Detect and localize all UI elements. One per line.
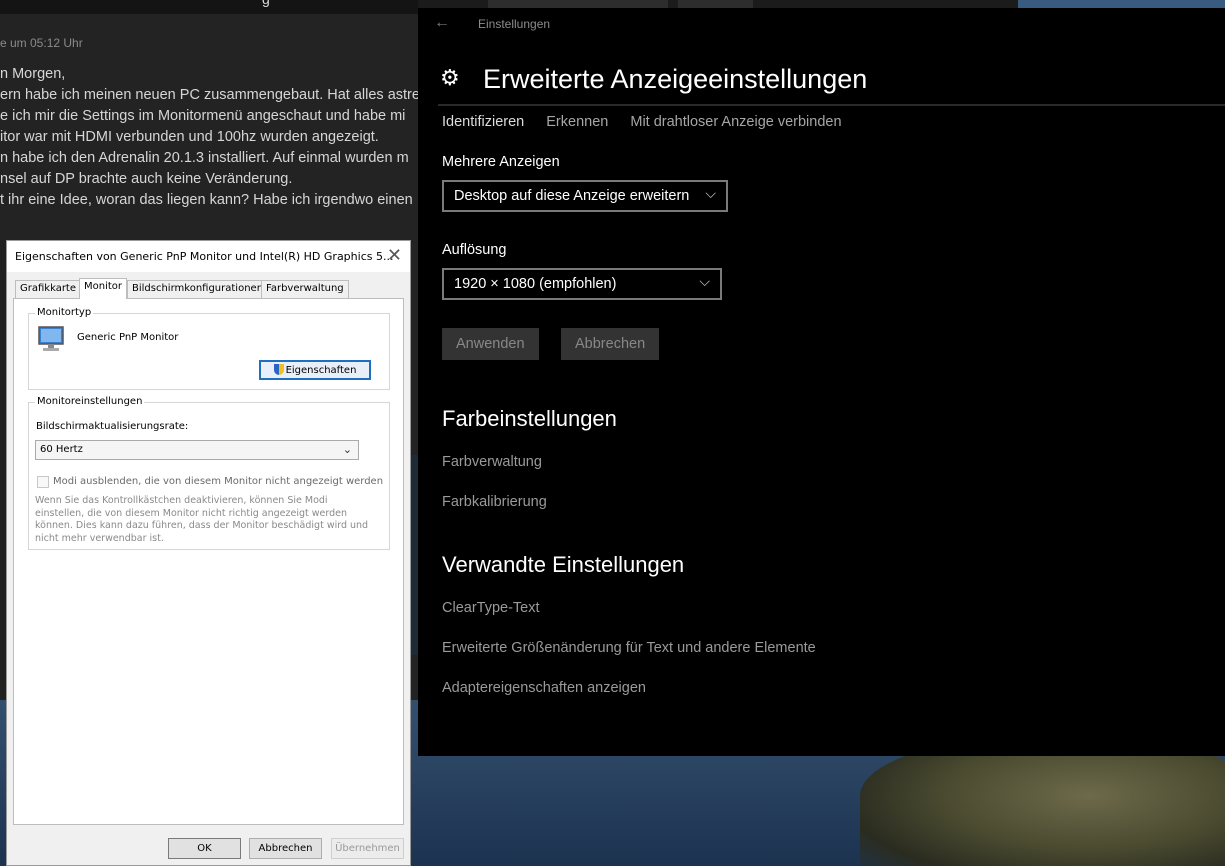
dialog-title: Eigenschaften von Generic PnP Monitor un… bbox=[15, 250, 394, 263]
partial-window bbox=[678, 0, 753, 8]
monitor-tab-panel: Monitortyp Generic PnP Monitor Eigenscha… bbox=[13, 298, 404, 825]
multiple-displays-dropdown[interactable]: Desktop auf diese Anzeige erweitern ⌵ bbox=[442, 180, 728, 212]
tab-grafikkarte[interactable]: Grafikkarte bbox=[15, 280, 82, 298]
advanced-sizing-link[interactable]: Erweiterte Größenänderung für Text und a… bbox=[442, 640, 816, 656]
forum-tab-title: g bbox=[262, 0, 270, 7]
post-line: t ihr eine Idee, woran das liegen kann? … bbox=[0, 192, 413, 208]
monitor-properties-dialog: Eigenschaften von Generic PnP Monitor un… bbox=[6, 240, 411, 866]
post-line: nsel auf DP brachte auch keine Veränderu… bbox=[0, 171, 293, 187]
cleartype-link[interactable]: ClearType-Text bbox=[442, 600, 540, 616]
forum-side-panel bbox=[410, 455, 418, 655]
post-line: itor war mit HDMI verbunden und 100hz wu… bbox=[0, 129, 379, 145]
post-body: n Morgen, ern habe ich meinen neuen PC z… bbox=[0, 64, 418, 211]
tab-farbverwaltung[interactable]: Farbverwaltung bbox=[261, 280, 349, 298]
refresh-rate-select[interactable]: 60 Hertz ⌄ bbox=[35, 440, 359, 460]
title-divider bbox=[438, 104, 1225, 106]
chevron-down-icon: ⌄ bbox=[342, 443, 352, 456]
post-line: n Morgen, bbox=[0, 66, 66, 82]
wireless-display-link[interactable]: Mit drahtloser Anzeige verbinden bbox=[630, 114, 841, 130]
top-window-edges bbox=[418, 0, 1225, 8]
resolution-dropdown[interactable]: 1920 × 1080 (empfohlen) ⌵ bbox=[442, 268, 722, 300]
hide-modes-label: Modi ausblenden, die von diesem Monitor … bbox=[53, 476, 384, 487]
monitor-settings-group: Monitoreinstellungen Bildschirmaktualisi… bbox=[28, 396, 390, 550]
chevron-down-icon: ⌵ bbox=[699, 273, 710, 289]
refresh-rate-label: Bildschirmaktualisierungsrate: bbox=[36, 421, 189, 432]
related-settings-heading: Verwandte Einstellungen bbox=[442, 552, 685, 577]
cancel-button[interactable]: Abbrechen bbox=[561, 328, 660, 360]
identify-link[interactable]: Identifizieren bbox=[442, 114, 524, 130]
wallpaper-rock bbox=[860, 740, 1225, 866]
post-timestamp: e um 05:12 Uhr bbox=[0, 36, 83, 50]
post-line: ern habe ich meinen neuen PC zusammengeb… bbox=[0, 87, 418, 103]
dialog-titlebar[interactable]: Eigenschaften von Generic PnP Monitor un… bbox=[7, 241, 410, 272]
hide-modes-checkbox[interactable] bbox=[37, 476, 49, 488]
monitor-type-group: Monitortyp Generic PnP Monitor Eigenscha… bbox=[28, 307, 390, 390]
multiple-displays-label: Mehrere Anzeigen bbox=[442, 154, 560, 170]
ok-button[interactable]: OK bbox=[168, 838, 241, 859]
post-line: n habe ich den Adrenalin 20.1.3 installi… bbox=[0, 150, 409, 166]
partial-window bbox=[488, 0, 668, 8]
hide-modes-warning: Wenn Sie das Kontrollkästchen deaktivier… bbox=[35, 495, 369, 544]
forum-topbar: g bbox=[0, 0, 418, 14]
properties-button-label: Eigenschaften bbox=[285, 365, 357, 376]
properties-button[interactable]: Eigenschaften bbox=[259, 360, 371, 380]
page-title: Erweiterte Anzeigeeinstellungen bbox=[483, 64, 868, 94]
multiple-displays-value: Desktop auf diese Anzeige erweitern bbox=[454, 188, 690, 204]
apply-button[interactable]: Anwenden bbox=[442, 328, 539, 360]
detect-link[interactable]: Erkennen bbox=[546, 114, 608, 130]
chevron-down-icon: ⌵ bbox=[705, 185, 716, 201]
monitor-icon bbox=[38, 326, 64, 351]
resolution-label: Auflösung bbox=[442, 242, 507, 258]
app-title: Einstellungen bbox=[478, 17, 551, 31]
monitor-type-label: Monitortyp bbox=[35, 307, 94, 318]
shield-icon bbox=[273, 364, 284, 375]
cancel-button[interactable]: Abbrechen bbox=[249, 838, 322, 859]
color-management-link[interactable]: Farbverwaltung bbox=[442, 454, 542, 470]
partial-window bbox=[1018, 0, 1225, 8]
gear-icon: ⚙ bbox=[440, 65, 460, 90]
tab-monitor[interactable]: Monitor bbox=[79, 278, 128, 299]
close-icon[interactable]: ✕ bbox=[387, 245, 402, 266]
back-arrow-icon[interactable]: ← bbox=[434, 14, 450, 32]
color-settings-heading: Farbeinstellungen bbox=[442, 406, 617, 431]
monitor-settings-label: Monitoreinstellungen bbox=[35, 396, 145, 407]
adapter-properties-link[interactable]: Adaptereigenschaften anzeigen bbox=[442, 680, 646, 696]
apply-button[interactable]: Übernehmen bbox=[331, 838, 404, 859]
monitor-name: Generic PnP Monitor bbox=[77, 332, 179, 343]
display-actions: Identifizieren Erkennen Mit drahtloser A… bbox=[442, 114, 860, 130]
post-line: e ich mir die Settings im Monitormenü an… bbox=[0, 108, 406, 124]
settings-window: ← Einstellungen ⚙ Erweiterte Anzeigeeins… bbox=[418, 8, 1225, 756]
tab-bildschirmkonfigurationen[interactable]: Bildschirmkonfigurationen bbox=[127, 280, 269, 298]
color-calibration-link[interactable]: Farbkalibrierung bbox=[442, 494, 547, 510]
refresh-rate-value: 60 Hertz bbox=[40, 444, 83, 455]
resolution-value: 1920 × 1080 (empfohlen) bbox=[454, 276, 617, 292]
